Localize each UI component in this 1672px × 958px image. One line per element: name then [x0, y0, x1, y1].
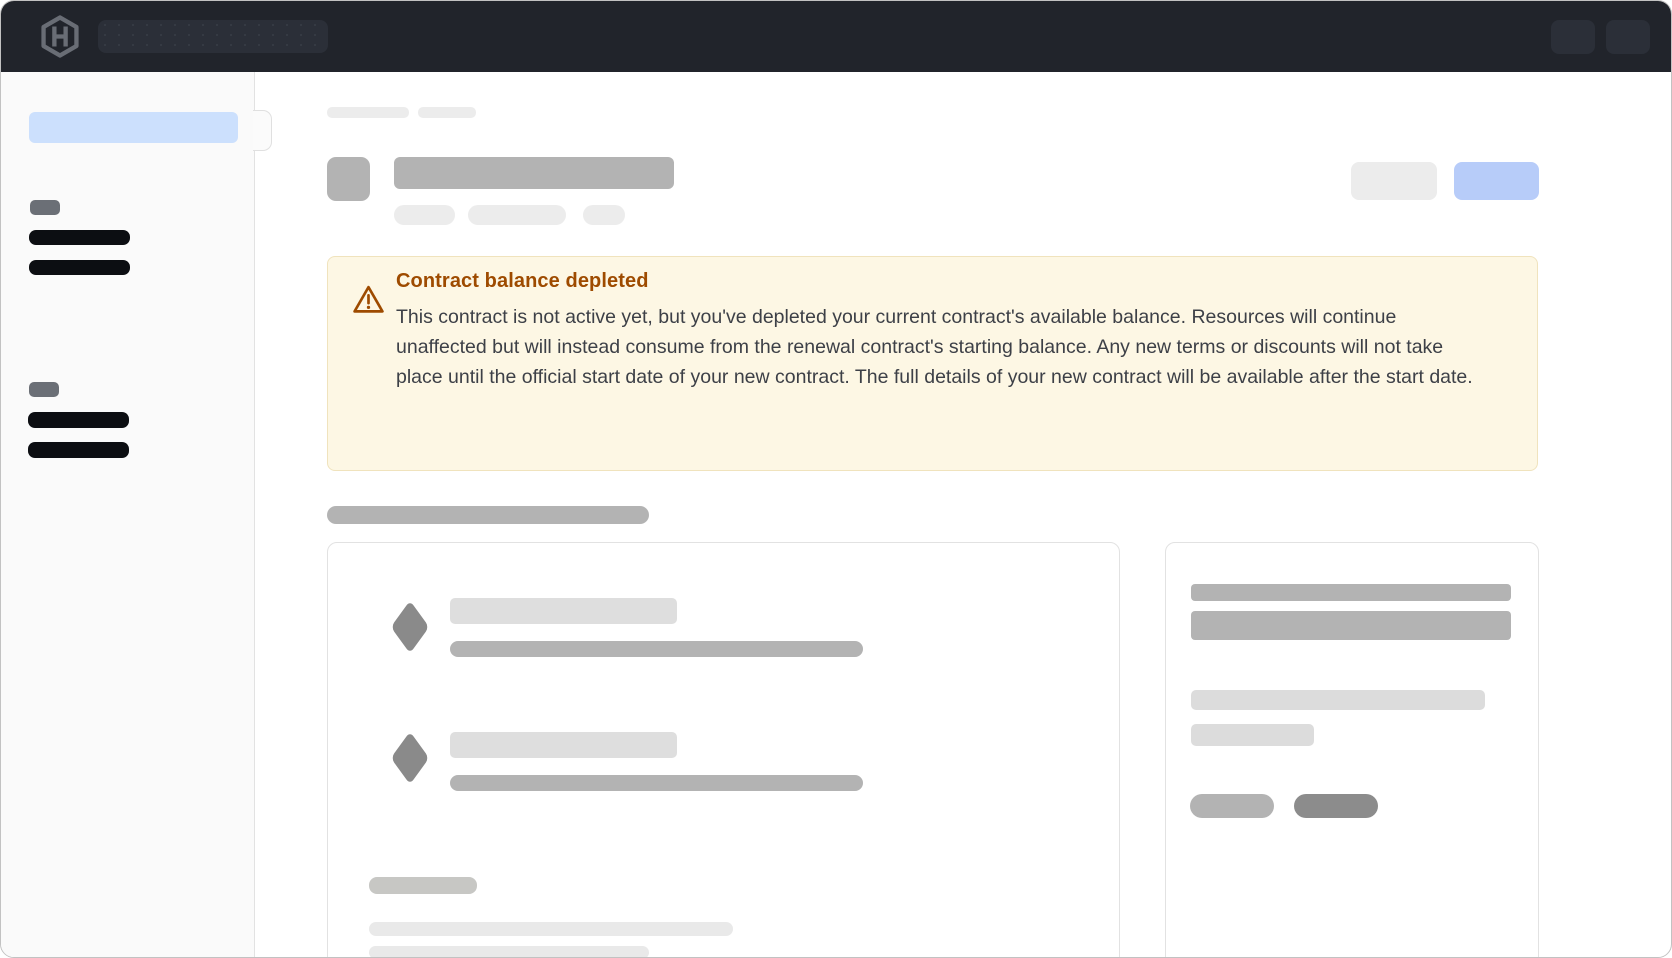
summary-title-placeholder	[1191, 584, 1511, 601]
screenshot-stage: Contract balance depleted This contract …	[0, 0, 1672, 958]
sidebar-nav-item-placeholder[interactable]	[28, 442, 129, 458]
topbar-nav-placeholder[interactable]	[98, 20, 328, 53]
summary-heading-placeholder	[1191, 611, 1511, 640]
topbar-action-button-1[interactable]	[1551, 20, 1595, 54]
timeline-badge-placeholder	[369, 877, 477, 894]
timeline-text-placeholder	[369, 922, 733, 936]
sidebar-section-label-placeholder-1	[30, 200, 60, 215]
sidebar-selected-item-placeholder[interactable]	[29, 112, 238, 143]
summary-card	[1165, 542, 1539, 958]
hashicorp-logo-icon	[39, 14, 81, 59]
page-icon-placeholder	[327, 157, 370, 201]
breadcrumb-segment-placeholder[interactable]	[327, 107, 409, 118]
timeline-text-placeholder	[369, 946, 649, 958]
timeline-item-text-placeholder	[450, 641, 863, 657]
summary-text-placeholder	[1191, 724, 1314, 746]
page-badge-placeholder	[583, 205, 625, 225]
primary-action-button-placeholder[interactable]	[1454, 162, 1539, 200]
sidebar-nav-item-placeholder[interactable]	[28, 412, 129, 428]
alert-title: Contract balance depleted	[396, 270, 649, 293]
summary-text-placeholder	[1191, 690, 1485, 710]
section-heading-placeholder	[327, 506, 649, 524]
secondary-action-button-placeholder[interactable]	[1351, 162, 1437, 200]
timeline-item-title-placeholder	[450, 732, 677, 758]
app-window: Contract balance depleted This contract …	[0, 0, 1672, 958]
page-badge-placeholder	[468, 205, 566, 225]
topbar-action-button-2[interactable]	[1606, 20, 1650, 54]
sidebar-nav-item-placeholder[interactable]	[29, 260, 130, 275]
breadcrumb-segment-placeholder[interactable]	[418, 107, 476, 118]
contract-warning-alert: Contract balance depleted This contract …	[327, 256, 1538, 471]
sidebar-collapse-handle[interactable]	[253, 110, 272, 151]
sidebar-section-label-placeholder-2	[29, 382, 59, 397]
sidebar	[1, 72, 255, 958]
topbar	[1, 1, 1671, 72]
timeline-item-title-placeholder	[450, 598, 677, 624]
summary-tag-placeholder	[1294, 794, 1378, 818]
page-badge-placeholder	[394, 205, 455, 225]
summary-tag-placeholder	[1190, 794, 1274, 818]
warning-triangle-icon	[352, 284, 385, 315]
timeline-item-text-placeholder	[450, 775, 863, 791]
timeline-card	[327, 542, 1120, 958]
alert-body: This contract is not active yet, but you…	[396, 302, 1476, 392]
sidebar-nav-item-placeholder[interactable]	[29, 230, 130, 245]
page-title-placeholder	[394, 157, 674, 189]
